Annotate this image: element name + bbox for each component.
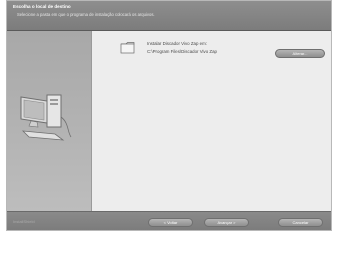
install-label: Instalar Discador Vivo Zap em: <box>147 41 207 46</box>
install-path: C:\Program Files\Discador Vivo Zap <box>147 49 217 54</box>
cancel-button[interactable]: Cancelar <box>278 218 323 227</box>
folder-icon <box>120 41 136 59</box>
left-graphic-panel <box>7 31 92 211</box>
computer-icon <box>17 87 77 152</box>
installer-window: Escolha o local de destino Selecione a p… <box>6 0 332 231</box>
page-subtitle: Selecione a pasta em que o programa de i… <box>17 12 155 17</box>
footer-bar: InstallShield < Voltar Avançar > Cancela… <box>7 211 331 230</box>
main-content: Instalar Discador Vivo Zap em: C:\Progra… <box>92 31 331 211</box>
browse-button[interactable]: Alterar... <box>275 49 325 58</box>
header-banner: Escolha o local de destino Selecione a p… <box>7 1 331 31</box>
next-button[interactable]: Avançar > <box>204 218 249 227</box>
page-title: Escolha o local de destino <box>13 4 71 9</box>
back-button[interactable]: < Voltar <box>148 218 193 227</box>
brand-label: InstallShield <box>13 219 35 224</box>
